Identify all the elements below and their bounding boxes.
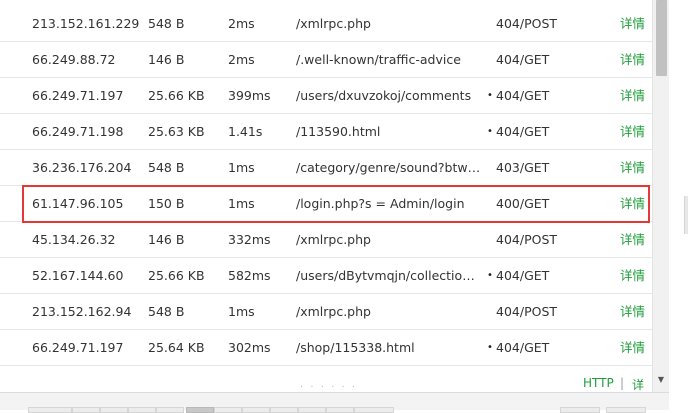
table-row: 66.249.71.197 25.64 KB 302ms/shop/115338.h… (0, 330, 652, 366)
status-method: 404/GET (496, 52, 550, 67)
response-time: 1.41s (228, 124, 263, 139)
response-time: 332ms (228, 232, 271, 247)
request-path: /xmlrpc.php (296, 304, 371, 319)
request-path: /category/genre/sound?btwa... (296, 160, 482, 175)
adjacent-window-edge (684, 196, 688, 234)
response-time: 1ms (228, 196, 255, 211)
request-path: /users/dxuvzokoj/comments (296, 88, 472, 103)
request-path: /users/dBytvmqjn/collections... (296, 268, 482, 283)
page-button[interactable] (326, 407, 354, 413)
vertical-scrollbar[interactable]: ▼ (652, 0, 669, 392)
page-button[interactable] (28, 407, 72, 413)
response-time: 1ms (228, 304, 255, 319)
page-button[interactable] (100, 407, 128, 413)
footer-separator: | (620, 376, 625, 390)
bullet-marker: • (487, 90, 493, 101)
request-path: /.well-known/traffic-advice (296, 52, 461, 67)
page-button[interactable] (72, 407, 100, 413)
status-method: 400/GET (496, 196, 550, 211)
table-row: 45.134.26.32 146 B 332ms/xmlrpc.php 404/POS… (0, 222, 652, 258)
page-button[interactable] (298, 407, 326, 413)
response-time: 399ms (228, 88, 271, 103)
page-button-active[interactable] (186, 407, 214, 413)
ip-address: 66.249.71.198 (32, 124, 124, 139)
response-size: 25.63 KB (148, 124, 205, 139)
page-jump-button[interactable] (606, 407, 646, 413)
ip-address: 213.152.161.229 (32, 16, 140, 31)
page-button[interactable] (354, 407, 394, 413)
page-button[interactable] (214, 407, 242, 413)
response-size: 548 B (148, 160, 185, 175)
response-time: 302ms (228, 340, 271, 355)
scroll-down-arrow-icon[interactable]: ▼ (655, 374, 667, 386)
detail-link[interactable]: 详情 (620, 78, 650, 114)
status-method: 403/GET (496, 160, 550, 175)
detail-link[interactable]: 详情 (620, 186, 650, 222)
detail-link[interactable]: 详情 (620, 330, 650, 366)
status-method: 404/GET (496, 340, 550, 355)
status-method: 404/GET (496, 88, 550, 103)
request-path: /login.php?s = Admin/login (296, 196, 465, 211)
status-method: 404/POST (496, 16, 558, 31)
request-log-table: 213.152.161.229 548 B 2ms/xmlrpc.php 404/PO… (0, 0, 652, 392)
table-row: 52.167.144.60 25.66 KB 582ms/users/dBytvmq… (0, 258, 652, 294)
pagination-bar (0, 392, 669, 413)
table-row: 213.152.161.229 548 B 2ms/xmlrpc.php 404/PO… (0, 6, 652, 42)
ip-address: 66.249.71.197 (32, 340, 124, 355)
table-footer: · · · · · · HTTP | 详 (0, 368, 652, 392)
detail-link-partial[interactable]: 详 (632, 376, 646, 392)
response-time: 2ms (228, 16, 255, 31)
bullet-marker: • (487, 270, 493, 281)
response-time: 2ms (228, 52, 255, 67)
detail-link[interactable]: 详情 (620, 258, 650, 294)
request-path: /shop/115338.html (296, 340, 415, 355)
request-path: /xmlrpc.php (296, 16, 371, 31)
ip-address: 52.167.144.60 (32, 268, 124, 283)
page-size-select[interactable] (560, 407, 600, 413)
page-button[interactable] (242, 407, 270, 413)
table-row-highlighted: 61.147.96.105 150 B 1ms/login.php?s = Admi… (0, 186, 652, 222)
ip-address: 66.249.71.197 (32, 88, 124, 103)
request-path: /xmlrpc.php (296, 232, 371, 247)
table-row: 66.249.71.198 25.63 KB 1.41s/113590.html • 4… (0, 114, 652, 150)
table-row: 66.249.88.72 146 B 2ms /.well-known/traffic… (0, 42, 652, 78)
ip-address: 61.147.96.105 (32, 196, 124, 211)
response-size: 25.66 KB (148, 268, 205, 283)
bullet-marker: • (487, 126, 493, 137)
bullet-marker: • (487, 342, 493, 353)
response-time: 1ms (228, 160, 255, 175)
ip-address: 45.134.26.32 (32, 232, 116, 247)
page-button[interactable] (156, 407, 184, 413)
status-method: 404/POST (496, 304, 558, 319)
response-time: 582ms (228, 268, 271, 283)
status-method: 404/GET (496, 268, 550, 283)
response-size: 25.66 KB (148, 88, 205, 103)
response-size: 150 B (148, 196, 185, 211)
response-size: 25.64 KB (148, 340, 205, 355)
response-size: 146 B (148, 52, 185, 67)
table-row: 66.249.71.197 25.66 KB 399ms/users/dxuvzok… (0, 78, 652, 114)
table-row: 213.152.162.94 548 B 1ms/xmlrpc.php 404/POS… (0, 294, 652, 330)
response-size: 146 B (148, 232, 185, 247)
detail-link[interactable]: 详情 (620, 114, 650, 150)
status-method: 404/GET (496, 124, 550, 139)
detail-link[interactable]: 详情 (620, 294, 650, 330)
scrollbar-thumb[interactable] (656, 0, 667, 76)
page-button[interactable] (270, 407, 298, 413)
http-link[interactable]: HTTP (583, 376, 614, 390)
request-path: /113590.html (296, 124, 381, 139)
response-size: 548 B (148, 304, 185, 319)
response-size: 548 B (148, 16, 185, 31)
detail-link[interactable]: 详情 (620, 222, 650, 258)
detail-link[interactable]: 详情 (620, 150, 650, 186)
ip-address: 213.152.162.94 (32, 304, 132, 319)
ip-address: 66.249.88.72 (32, 52, 116, 67)
status-method: 404/POST (496, 232, 558, 247)
ip-address: 36.236.176.204 (32, 160, 132, 175)
page-button[interactable] (128, 407, 156, 413)
table-row: 36.236.176.204 548 B 1ms/category/genre/so… (0, 150, 652, 186)
detail-link[interactable]: 详情 (620, 6, 650, 42)
partial-row-text: · · · · · · (300, 382, 357, 392)
detail-link[interactable]: 详情 (620, 42, 650, 78)
